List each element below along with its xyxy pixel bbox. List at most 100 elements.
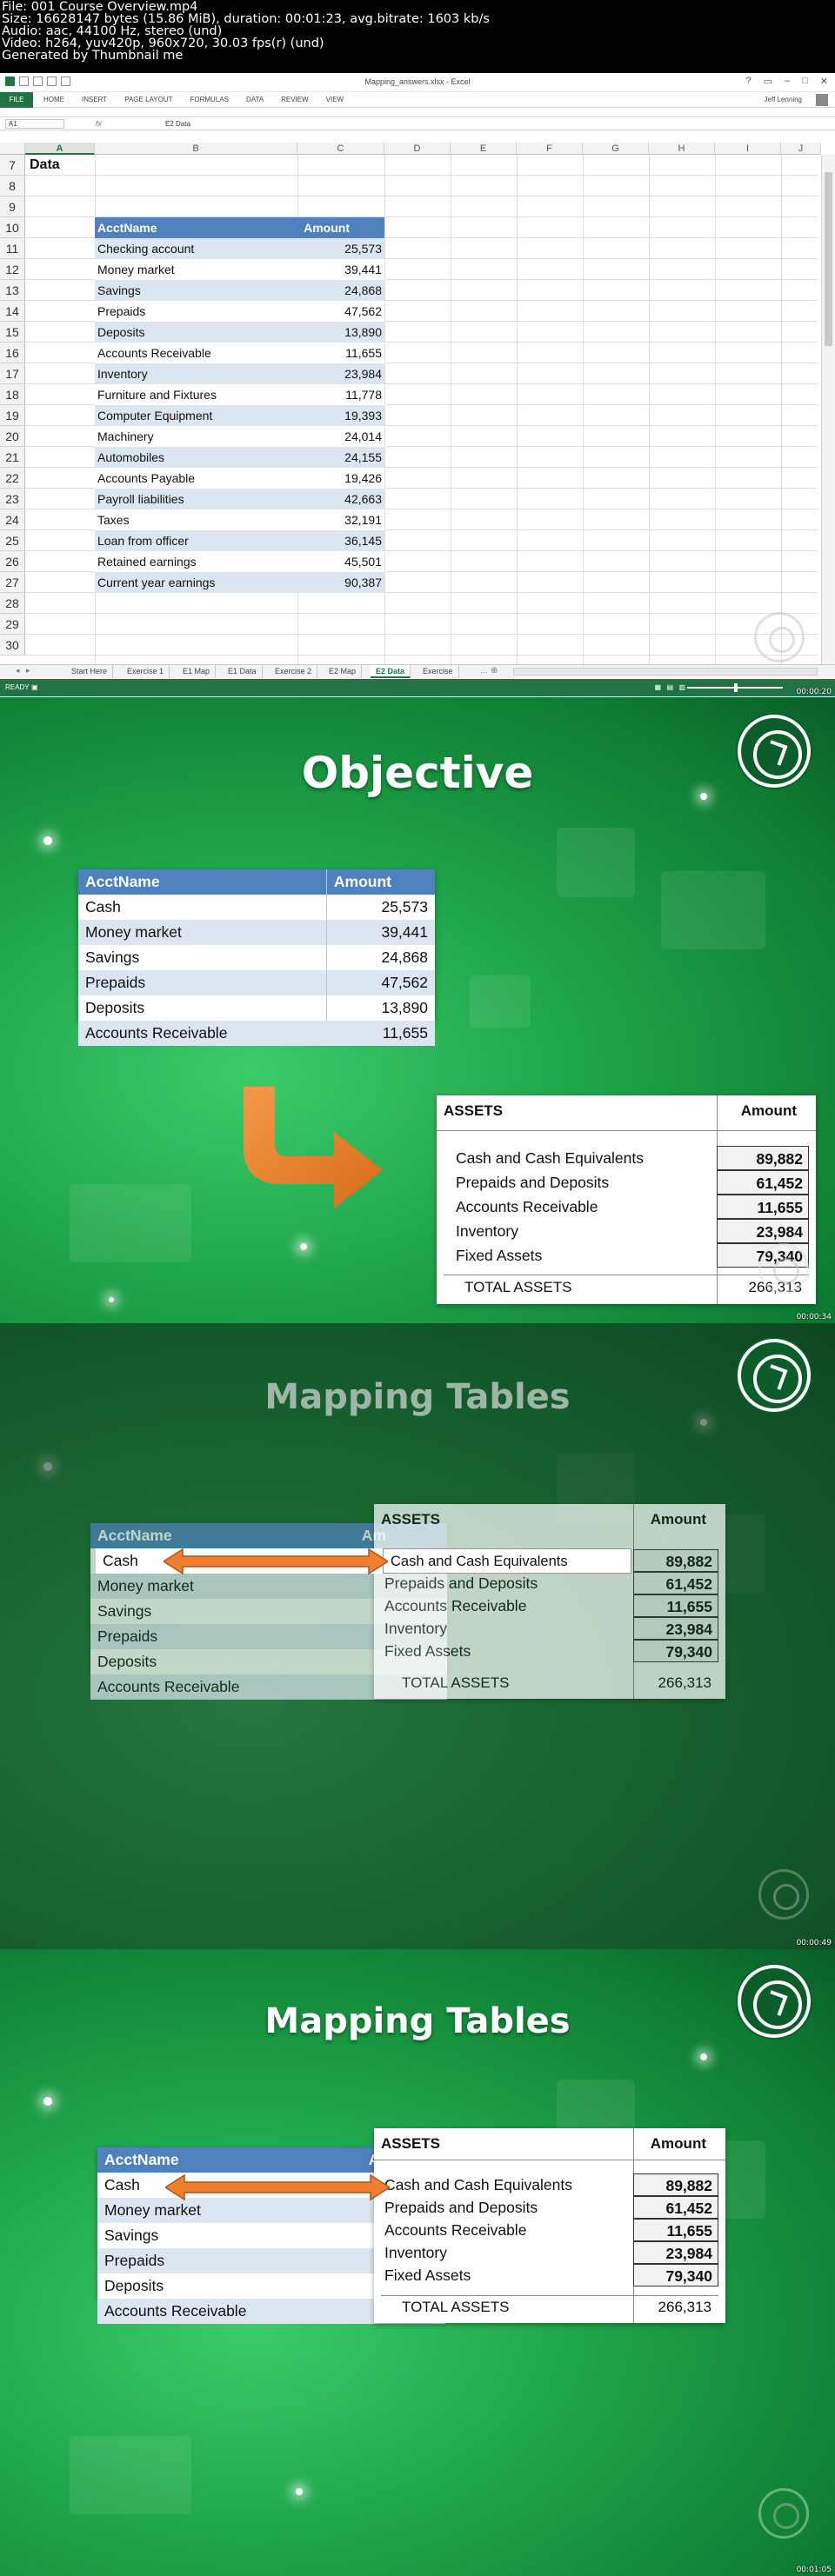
slide-title: Objective <box>301 748 534 798</box>
formula-input[interactable]: E2 Data <box>165 119 190 129</box>
view-pagebreak-icon[interactable]: ▥ <box>678 679 685 696</box>
row-header[interactable]: 15 <box>0 322 25 343</box>
table-row[interactable]: Current year earnings 90,387 <box>95 572 384 593</box>
row-header[interactable]: 22 <box>0 468 25 489</box>
column-header[interactable]: H <box>649 143 715 155</box>
tab-review[interactable]: REVIEW <box>281 92 309 108</box>
table-row[interactable]: Accounts Payable 19,426 <box>95 468 384 489</box>
table-row[interactable]: Money market 39,441 <box>95 259 384 280</box>
tab-view[interactable]: VIEW <box>326 92 344 108</box>
more-tabs-icon[interactable]: … <box>480 666 488 675</box>
table-row[interactable]: Savings 24,868 <box>95 280 384 301</box>
avatar[interactable] <box>816 94 828 106</box>
row-header[interactable]: 23 <box>0 489 25 509</box>
row-header[interactable]: 16 <box>0 343 25 363</box>
vertical-scrollbar[interactable] <box>821 155 835 668</box>
new-sheet-icon[interactable]: ⊕ <box>491 666 498 676</box>
row-header[interactable]: 21 <box>0 447 25 468</box>
table-row[interactable]: Loan from officer 36,145 <box>95 530 384 551</box>
tab-insert[interactable]: INSERT <box>82 92 107 108</box>
table-header-row[interactable]: AcctName Amount <box>95 217 384 238</box>
column-header[interactable]: C <box>297 143 384 155</box>
sheet-tab[interactable]: E2 Map <box>324 665 363 678</box>
view-layout-icon[interactable]: ▤ <box>666 679 673 696</box>
tab-data[interactable]: DATA <box>246 92 264 108</box>
close-icon[interactable]: ✕ <box>820 76 828 87</box>
cell-a7-data[interactable]: Data <box>30 157 60 173</box>
column-header[interactable]: J <box>781 143 821 155</box>
row-header[interactable]: 28 <box>0 593 25 614</box>
sheet-tab[interactable]: E1 Data <box>223 665 263 678</box>
row-header[interactable]: 14 <box>0 301 25 322</box>
scroll-thumb[interactable] <box>825 172 832 346</box>
column-header[interactable]: B <box>95 143 297 155</box>
table-row[interactable]: Accounts Receivable 11,655 <box>95 343 384 363</box>
row-header[interactable]: 20 <box>0 426 25 447</box>
table-row[interactable]: Deposits 13,890 <box>95 322 384 343</box>
table-row[interactable]: Computer Equipment 19,393 <box>95 405 384 426</box>
worksheet-grid[interactable]: A B C D E F G H I J 7 8 9 10 11 12 13 14 15 16 17 1… <box>0 143 835 673</box>
maximize-icon[interactable]: □ <box>802 76 808 87</box>
table-row[interactable]: Furniture and Fixtures 11,778 <box>95 384 384 405</box>
help-icon[interactable]: ? <box>745 76 751 87</box>
name-box[interactable]: A1 <box>5 119 64 129</box>
tab-scroll-left-icon[interactable]: ◂ <box>16 666 20 676</box>
column-header[interactable]: D <box>384 143 451 155</box>
table-row[interactable]: Retained earnings 45,501 <box>95 551 384 572</box>
acct-name-cell: Money market <box>97 1577 194 1594</box>
view-normal-icon[interactable]: ▦ <box>654 679 661 696</box>
ribbon-display-icon[interactable]: ▭ <box>764 76 772 87</box>
tab-home[interactable]: HOME <box>43 92 64 108</box>
row-header[interactable]: 7 <box>0 155 25 176</box>
tab-page-layout[interactable]: PAGE LAYOUT <box>124 92 172 108</box>
sheet-tab[interactable]: Exercise 1 <box>122 665 170 678</box>
table-row[interactable]: Payroll liabilities 42,663 <box>95 489 384 509</box>
row-header[interactable]: 10 <box>0 217 25 238</box>
row-header[interactable]: 9 <box>0 196 25 217</box>
sheet-tab[interactable]: Start Here <box>66 665 114 678</box>
table-row[interactable]: Automobiles 24,155 <box>95 447 384 468</box>
row-header[interactable]: 8 <box>0 176 25 196</box>
tab-scroll-right-icon[interactable]: ▸ <box>26 666 30 676</box>
row-header[interactable]: 30 <box>0 635 25 656</box>
zoom-slider-handle[interactable] <box>734 683 738 692</box>
column-header[interactable]: G <box>583 143 649 155</box>
row-header[interactable]: 27 <box>0 572 25 593</box>
column-header[interactable]: F <box>517 143 583 155</box>
sheet-tab[interactable]: Exercise <box>418 665 459 678</box>
table-row[interactable]: Checking account 25,573 <box>95 238 384 259</box>
acct-name-cell: Money market <box>85 923 182 941</box>
row-header[interactable]: 24 <box>0 509 25 530</box>
sheet-tab[interactable]: Exercise 2 <box>270 665 318 678</box>
assets-row: Fixed Assets 79,340 <box>374 1640 725 1662</box>
row-header[interactable]: 29 <box>0 614 25 635</box>
row-header[interactable]: 26 <box>0 551 25 572</box>
sheet-tab-active[interactable]: E2 Data <box>371 665 411 678</box>
sheet-tab[interactable]: E1 Map <box>177 665 217 678</box>
table-row[interactable]: Inventory 23,984 <box>95 363 384 384</box>
row-header[interactable]: 17 <box>0 363 25 384</box>
minimize-icon[interactable]: – <box>785 76 790 87</box>
macro-record-icon[interactable]: ▣ <box>31 679 38 696</box>
table-row[interactable]: Taxes 32,191 <box>95 509 384 530</box>
header-acctname: AcctName <box>104 2151 179 2168</box>
acct-name-cell: Automobiles <box>97 450 165 464</box>
row-header[interactable]: 19 <box>0 405 25 426</box>
user-name[interactable]: Jeff Lenning <box>765 92 802 108</box>
tab-file[interactable]: FILE <box>0 92 33 108</box>
row-header[interactable]: 13 <box>0 280 25 301</box>
insert-function-icon[interactable]: fx <box>96 119 102 128</box>
horizontal-scrollbar[interactable] <box>513 668 818 676</box>
table-row[interactable]: Prepaids 47,562 <box>95 301 384 322</box>
row-header[interactable]: 12 <box>0 259 25 280</box>
row-header[interactable]: 25 <box>0 530 25 551</box>
column-header[interactable]: E <box>451 143 517 155</box>
select-all-corner[interactable] <box>0 143 25 155</box>
column-header[interactable]: I <box>715 143 781 155</box>
row-header[interactable]: 11 <box>0 238 25 259</box>
tab-formulas[interactable]: FORMULAS <box>190 92 228 108</box>
assets-header: ASSETS <box>444 1102 504 1119</box>
column-header[interactable]: A <box>25 143 95 155</box>
table-row[interactable]: Machinery 24,014 <box>95 426 384 447</box>
row-header[interactable]: 18 <box>0 384 25 405</box>
